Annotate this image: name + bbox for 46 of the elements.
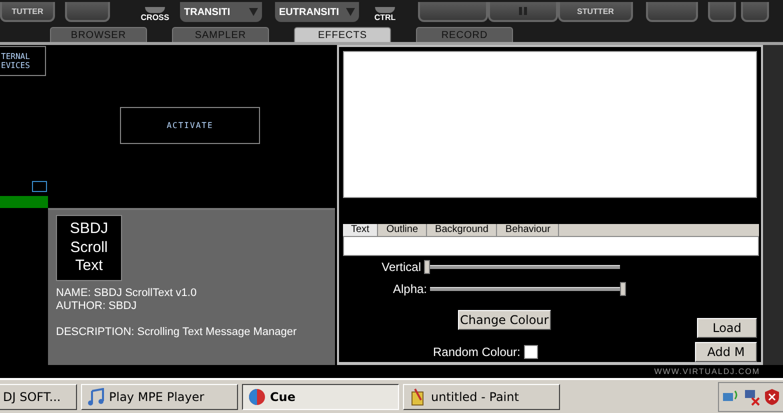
pause-button[interactable] bbox=[488, 2, 558, 22]
slider-label: Vertical bbox=[380, 260, 421, 274]
network-error-icon bbox=[743, 388, 761, 406]
caret-icon bbox=[249, 8, 258, 16]
taskbar-button[interactable]: Cue bbox=[242, 384, 399, 410]
tab[interactable]: EFFECTS bbox=[294, 27, 391, 42]
knob[interactable] bbox=[145, 7, 165, 13]
plugin-name: NAME: SBDJ ScrollText v1.0 bbox=[56, 287, 198, 300]
knob-caption: CTRL bbox=[374, 13, 396, 22]
devices-button[interactable]: TERNAL EVICES bbox=[0, 46, 46, 76]
plugin-logo: SBDJ Scroll Text bbox=[56, 215, 122, 281]
random-colour-checkbox[interactable] bbox=[524, 344, 538, 359]
load-button[interactable]: Load bbox=[697, 318, 757, 338]
slider-label: Alpha: bbox=[392, 282, 427, 296]
transition-dropdown[interactable]: TRANSITI bbox=[180, 2, 262, 22]
indicator-box bbox=[32, 181, 47, 192]
deck-button[interactable]: TUTTER bbox=[0, 2, 55, 22]
deck-button[interactable] bbox=[65, 2, 110, 22]
deck-button[interactable] bbox=[646, 2, 698, 22]
knob[interactable] bbox=[375, 7, 395, 13]
deck-button[interactable]: STUTTER bbox=[558, 2, 633, 22]
message-input-field[interactable] bbox=[343, 236, 759, 256]
music-note-icon bbox=[87, 388, 105, 406]
add-button[interactable]: Add M bbox=[695, 342, 757, 362]
website-url: WWW.VIRTUALDJ.COM bbox=[654, 366, 760, 378]
plugin-description: DESCRIPTION: Scrolling Text Message Manager bbox=[56, 326, 298, 339]
change-colour-button[interactable]: Change Colour bbox=[458, 310, 551, 330]
deck-button[interactable] bbox=[418, 2, 488, 22]
taskbar-button[interactable]: untitled - Paint bbox=[403, 384, 560, 410]
caret-icon bbox=[346, 8, 355, 16]
transition-dropdown[interactable]: EUTRANSITI bbox=[275, 2, 359, 22]
shield-icon bbox=[764, 388, 780, 406]
status-bar bbox=[0, 196, 48, 208]
taskbar-button[interactable]: DJ SOFT... bbox=[0, 384, 77, 410]
random-colour-label: Random Colour: bbox=[433, 344, 520, 359]
slider-thumb[interactable] bbox=[424, 260, 430, 274]
slider-thumb[interactable] bbox=[620, 282, 626, 296]
knob-caption: CROSS bbox=[140, 13, 170, 22]
config-tab[interactable]: Text bbox=[343, 224, 378, 236]
pause-icon bbox=[519, 7, 527, 15]
activate-button[interactable]: ACTIVATE bbox=[120, 107, 260, 144]
ball-icon bbox=[248, 388, 266, 406]
small-button[interactable] bbox=[708, 2, 736, 22]
small-button[interactable] bbox=[741, 2, 769, 22]
plugin-author: AUTHOR: SBDJ bbox=[56, 300, 138, 313]
taskbar-button[interactable]: Play MPE Player bbox=[81, 384, 238, 410]
